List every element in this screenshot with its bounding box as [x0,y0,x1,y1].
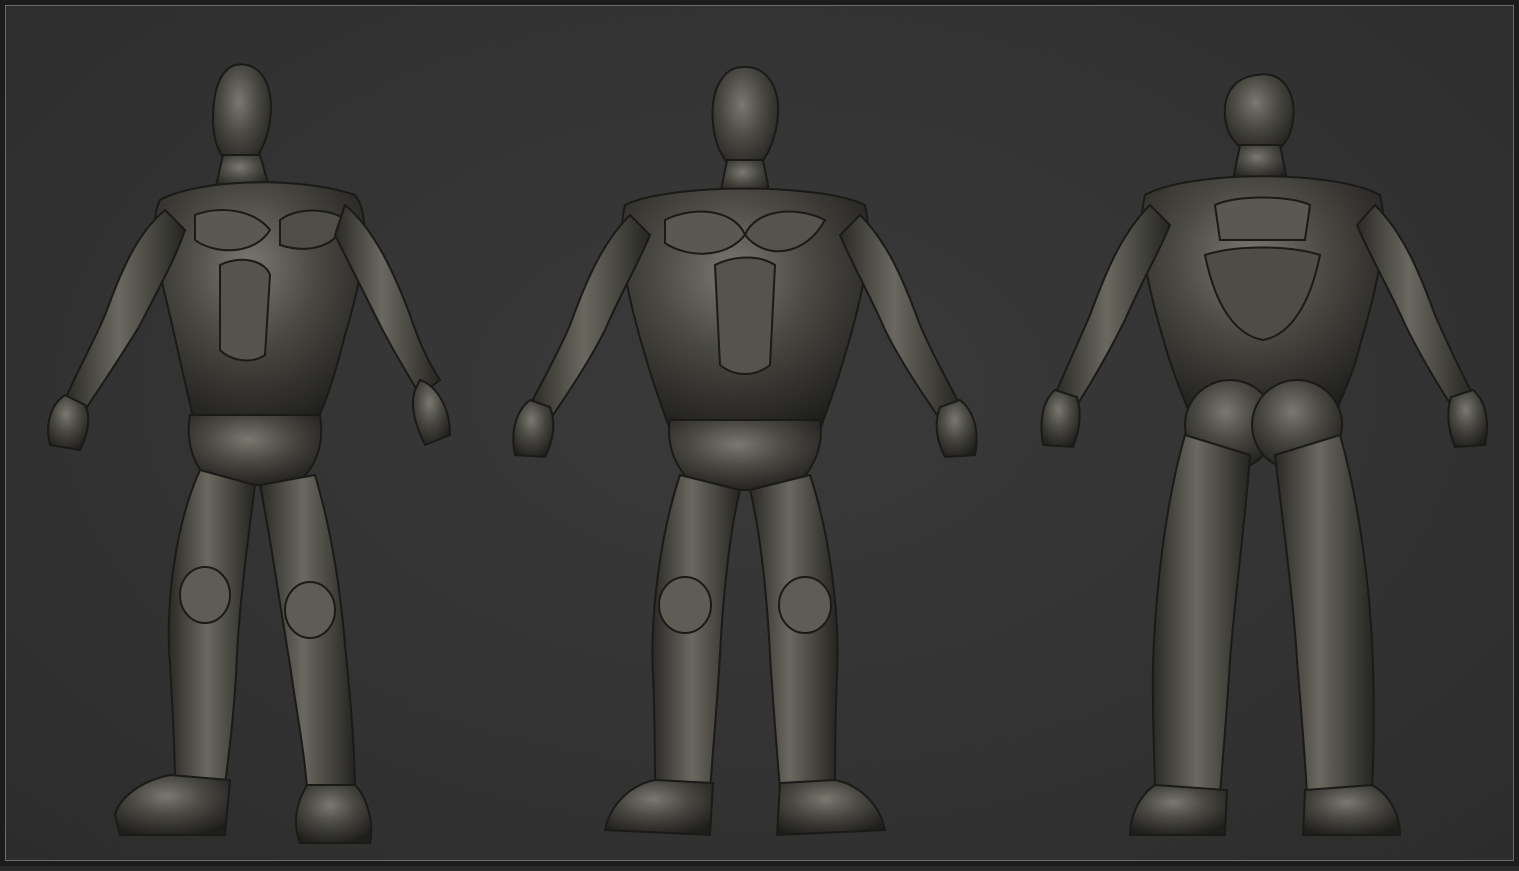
figure-three-quarter-view [25,5,465,871]
figure-front-view [505,5,1005,871]
figure-three-quarter-body [47,63,452,844]
figure-back-view [1035,5,1505,871]
viewport-frame [0,0,1519,866]
figure-back-body [1040,73,1488,836]
figure-front-body [512,65,978,837]
